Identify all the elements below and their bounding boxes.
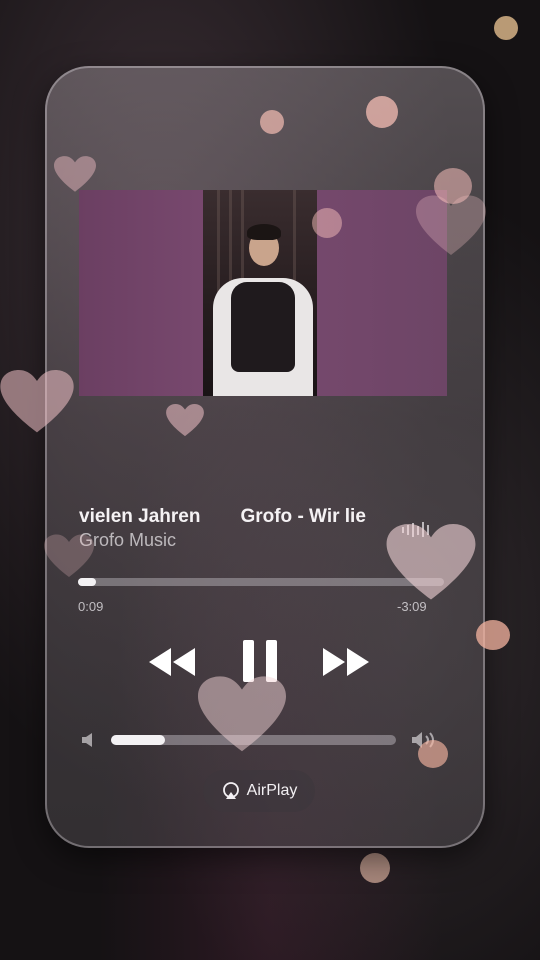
audio-wave-icon [402,522,429,537]
pause-icon [243,640,277,682]
track-title-part: vielen Jahren [79,506,201,527]
pause-button[interactable] [237,636,287,686]
volume-high-icon [412,732,434,748]
airplay-button[interactable]: AirPlay [203,770,315,812]
now-playing-widget: vielen Jahren Grofo - Wir lie Grofo Music… [45,66,485,848]
fast-forward-icon [323,648,369,676]
elapsed-time: 0:09 [78,599,104,614]
track-title-part: Grofo - Wir lie [240,506,366,527]
playback-scrubber[interactable] [78,578,444,586]
artist-name: Grofo Music [79,530,177,550]
fast-forward-button[interactable] [319,644,373,680]
volume-level-fill [111,735,166,745]
album-artwork [79,190,447,396]
volume-slider[interactable] [111,735,396,745]
volume-low-icon [82,733,92,747]
airplay-label: AirPlay [246,782,298,799]
playback-progress-fill [78,578,97,586]
artwork-photo [203,190,317,396]
track-title-marquee: vielen Jahren Grofo - Wir lie [79,506,409,532]
rewind-button[interactable] [145,644,199,680]
remaining-time: -3:09 [397,599,427,614]
rewind-icon [149,648,195,676]
airplay-icon [222,782,239,799]
